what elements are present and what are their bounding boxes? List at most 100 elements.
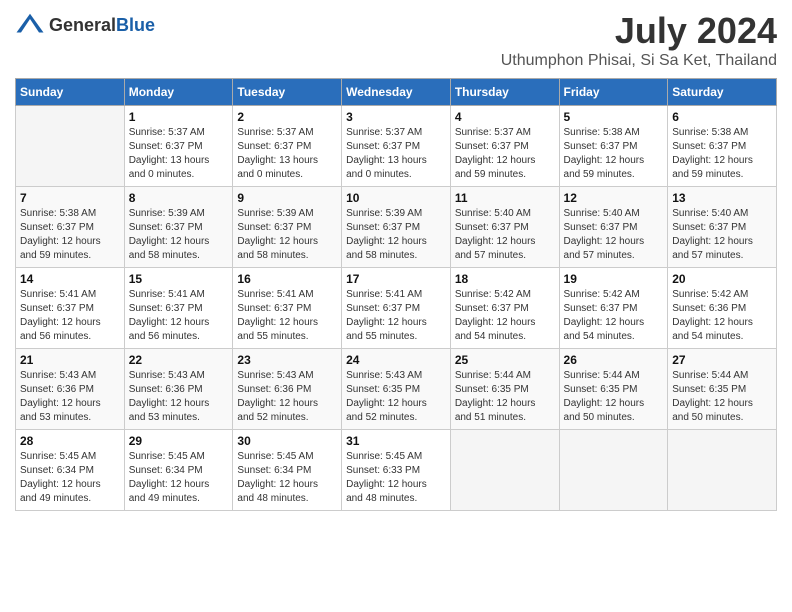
day-detail: Sunrise: 5:42 AMSunset: 6:36 PMDaylight:…: [672, 288, 772, 344]
calendar-cell: 6 Sunrise: 5:38 AMSunset: 6:37 PMDayligh…: [668, 106, 777, 187]
calendar-cell: 30 Sunrise: 5:45 AMSunset: 6:34 PMDaylig…: [233, 430, 342, 511]
day-number: 28: [20, 434, 120, 448]
day-detail: Sunrise: 5:41 AMSunset: 6:37 PMDaylight:…: [346, 288, 446, 344]
calendar-cell: 17 Sunrise: 5:41 AMSunset: 6:37 PMDaylig…: [342, 268, 451, 349]
calendar-cell: 9 Sunrise: 5:39 AMSunset: 6:37 PMDayligh…: [233, 187, 342, 268]
calendar-cell: 12 Sunrise: 5:40 AMSunset: 6:37 PMDaylig…: [559, 187, 668, 268]
calendar-cell: 13 Sunrise: 5:40 AMSunset: 6:37 PMDaylig…: [668, 187, 777, 268]
subtitle: Uthumphon Phisai, Si Sa Ket, Thailand: [501, 52, 777, 70]
day-detail: Sunrise: 5:43 AMSunset: 6:36 PMDaylight:…: [129, 369, 229, 425]
day-detail: Sunrise: 5:45 AMSunset: 6:34 PMDaylight:…: [129, 450, 229, 506]
calendar-cell: [559, 430, 668, 511]
day-detail: Sunrise: 5:40 AMSunset: 6:37 PMDaylight:…: [455, 207, 555, 263]
header-friday: Friday: [559, 79, 668, 106]
header-monday: Monday: [124, 79, 233, 106]
calendar-cell: 14 Sunrise: 5:41 AMSunset: 6:37 PMDaylig…: [16, 268, 125, 349]
day-number: 24: [346, 353, 446, 367]
main-title: July 2024: [501, 10, 777, 52]
header-saturday: Saturday: [668, 79, 777, 106]
day-number: 2: [237, 110, 337, 124]
header-tuesday: Tuesday: [233, 79, 342, 106]
day-number: 31: [346, 434, 446, 448]
title-block: July 2024 Uthumphon Phisai, Si Sa Ket, T…: [501, 10, 777, 70]
day-detail: Sunrise: 5:43 AMSunset: 6:35 PMDaylight:…: [346, 369, 446, 425]
logo-blue: Blue: [116, 15, 155, 35]
calendar-cell: [668, 430, 777, 511]
day-detail: Sunrise: 5:42 AMSunset: 6:37 PMDaylight:…: [455, 288, 555, 344]
week-row-5: 28 Sunrise: 5:45 AMSunset: 6:34 PMDaylig…: [16, 430, 777, 511]
day-number: 18: [455, 272, 555, 286]
day-number: 20: [672, 272, 772, 286]
calendar-cell: 24 Sunrise: 5:43 AMSunset: 6:35 PMDaylig…: [342, 349, 451, 430]
day-number: 25: [455, 353, 555, 367]
calendar-cell: 8 Sunrise: 5:39 AMSunset: 6:37 PMDayligh…: [124, 187, 233, 268]
day-detail: Sunrise: 5:37 AMSunset: 6:37 PMDaylight:…: [129, 126, 229, 182]
day-detail: Sunrise: 5:45 AMSunset: 6:34 PMDaylight:…: [20, 450, 120, 506]
day-detail: Sunrise: 5:39 AMSunset: 6:37 PMDaylight:…: [237, 207, 337, 263]
day-number: 30: [237, 434, 337, 448]
calendar-cell: 29 Sunrise: 5:45 AMSunset: 6:34 PMDaylig…: [124, 430, 233, 511]
day-number: 4: [455, 110, 555, 124]
calendar-cell: [450, 430, 559, 511]
logo-general: General: [49, 15, 116, 35]
page-header: GeneralBlue July 2024 Uthumphon Phisai, …: [15, 10, 777, 70]
calendar-cell: 5 Sunrise: 5:38 AMSunset: 6:37 PMDayligh…: [559, 106, 668, 187]
week-row-1: 1 Sunrise: 5:37 AMSunset: 6:37 PMDayligh…: [16, 106, 777, 187]
day-number: 5: [564, 110, 664, 124]
day-number: 9: [237, 191, 337, 205]
day-number: 19: [564, 272, 664, 286]
calendar-cell: 31 Sunrise: 5:45 AMSunset: 6:33 PMDaylig…: [342, 430, 451, 511]
calendar-cell: 4 Sunrise: 5:37 AMSunset: 6:37 PMDayligh…: [450, 106, 559, 187]
day-detail: Sunrise: 5:43 AMSunset: 6:36 PMDaylight:…: [237, 369, 337, 425]
day-detail: Sunrise: 5:38 AMSunset: 6:37 PMDaylight:…: [564, 126, 664, 182]
day-number: 11: [455, 191, 555, 205]
calendar-cell: 26 Sunrise: 5:44 AMSunset: 6:35 PMDaylig…: [559, 349, 668, 430]
week-row-3: 14 Sunrise: 5:41 AMSunset: 6:37 PMDaylig…: [16, 268, 777, 349]
calendar-cell: 18 Sunrise: 5:42 AMSunset: 6:37 PMDaylig…: [450, 268, 559, 349]
day-number: 22: [129, 353, 229, 367]
day-number: 17: [346, 272, 446, 286]
header-sunday: Sunday: [16, 79, 125, 106]
calendar-cell: 2 Sunrise: 5:37 AMSunset: 6:37 PMDayligh…: [233, 106, 342, 187]
day-detail: Sunrise: 5:45 AMSunset: 6:34 PMDaylight:…: [237, 450, 337, 506]
calendar-cell: 22 Sunrise: 5:43 AMSunset: 6:36 PMDaylig…: [124, 349, 233, 430]
day-number: 27: [672, 353, 772, 367]
day-number: 16: [237, 272, 337, 286]
day-detail: Sunrise: 5:42 AMSunset: 6:37 PMDaylight:…: [564, 288, 664, 344]
calendar-cell: 23 Sunrise: 5:43 AMSunset: 6:36 PMDaylig…: [233, 349, 342, 430]
calendar-cell: 3 Sunrise: 5:37 AMSunset: 6:37 PMDayligh…: [342, 106, 451, 187]
day-detail: Sunrise: 5:44 AMSunset: 6:35 PMDaylight:…: [455, 369, 555, 425]
day-number: 14: [20, 272, 120, 286]
day-detail: Sunrise: 5:40 AMSunset: 6:37 PMDaylight:…: [672, 207, 772, 263]
day-detail: Sunrise: 5:41 AMSunset: 6:37 PMDaylight:…: [129, 288, 229, 344]
calendar-cell: 19 Sunrise: 5:42 AMSunset: 6:37 PMDaylig…: [559, 268, 668, 349]
day-number: 15: [129, 272, 229, 286]
day-detail: Sunrise: 5:38 AMSunset: 6:37 PMDaylight:…: [20, 207, 120, 263]
calendar-cell: 16 Sunrise: 5:41 AMSunset: 6:37 PMDaylig…: [233, 268, 342, 349]
day-detail: Sunrise: 5:39 AMSunset: 6:37 PMDaylight:…: [129, 207, 229, 263]
day-number: 7: [20, 191, 120, 205]
calendar-cell: 1 Sunrise: 5:37 AMSunset: 6:37 PMDayligh…: [124, 106, 233, 187]
day-detail: Sunrise: 5:40 AMSunset: 6:37 PMDaylight:…: [564, 207, 664, 263]
day-detail: Sunrise: 5:43 AMSunset: 6:36 PMDaylight:…: [20, 369, 120, 425]
day-detail: Sunrise: 5:45 AMSunset: 6:33 PMDaylight:…: [346, 450, 446, 506]
day-number: 1: [129, 110, 229, 124]
header-thursday: Thursday: [450, 79, 559, 106]
logo-icon: [15, 10, 45, 40]
header-row: SundayMondayTuesdayWednesdayThursdayFrid…: [16, 79, 777, 106]
calendar-table: SundayMondayTuesdayWednesdayThursdayFrid…: [15, 78, 777, 511]
day-detail: Sunrise: 5:37 AMSunset: 6:37 PMDaylight:…: [455, 126, 555, 182]
day-number: 12: [564, 191, 664, 205]
day-number: 29: [129, 434, 229, 448]
week-row-4: 21 Sunrise: 5:43 AMSunset: 6:36 PMDaylig…: [16, 349, 777, 430]
day-number: 13: [672, 191, 772, 205]
calendar-cell: 25 Sunrise: 5:44 AMSunset: 6:35 PMDaylig…: [450, 349, 559, 430]
day-detail: Sunrise: 5:39 AMSunset: 6:37 PMDaylight:…: [346, 207, 446, 263]
week-row-2: 7 Sunrise: 5:38 AMSunset: 6:37 PMDayligh…: [16, 187, 777, 268]
calendar-cell: 21 Sunrise: 5:43 AMSunset: 6:36 PMDaylig…: [16, 349, 125, 430]
day-number: 3: [346, 110, 446, 124]
day-detail: Sunrise: 5:37 AMSunset: 6:37 PMDaylight:…: [346, 126, 446, 182]
calendar-cell: 11 Sunrise: 5:40 AMSunset: 6:37 PMDaylig…: [450, 187, 559, 268]
calendar-cell: 15 Sunrise: 5:41 AMSunset: 6:37 PMDaylig…: [124, 268, 233, 349]
day-detail: Sunrise: 5:44 AMSunset: 6:35 PMDaylight:…: [564, 369, 664, 425]
